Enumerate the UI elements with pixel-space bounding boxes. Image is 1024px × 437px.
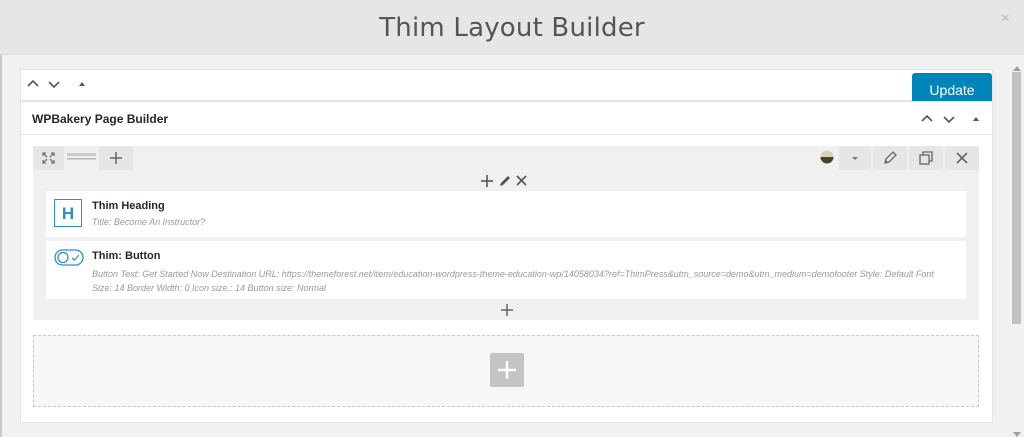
pencil-icon[interactable] bbox=[497, 172, 513, 190]
scrollbar-thumb[interactable] bbox=[1012, 72, 1021, 324]
modal-header: Thim Layout Builder × bbox=[0, 0, 1024, 55]
scroll-down-icon[interactable] bbox=[1012, 426, 1022, 437]
element-description: Button Text: Get Started Now Destination… bbox=[92, 269, 934, 293]
element-title: Thim Heading bbox=[92, 200, 165, 212]
add-row-icon[interactable] bbox=[490, 353, 524, 387]
move-up-icon[interactable] bbox=[920, 112, 934, 126]
row-toolbar bbox=[33, 146, 979, 170]
panel-title: WPBakery Page Builder bbox=[32, 112, 169, 126]
element-thim-heading[interactable]: H Thim Heading Title: Become An Instruct… bbox=[46, 191, 966, 237]
add-icon[interactable] bbox=[479, 172, 495, 190]
row-layout-icon[interactable] bbox=[64, 146, 99, 170]
builder-row: H Thim Heading Title: Become An Instruct… bbox=[33, 146, 979, 320]
panel-header: WPBakery Page Builder bbox=[21, 102, 992, 135]
editor-top-bar bbox=[20, 69, 993, 101]
move-down-icon[interactable] bbox=[47, 77, 61, 91]
svg-text:H: H bbox=[62, 204, 74, 223]
clone-icon[interactable] bbox=[909, 146, 943, 170]
element-description: Title: Become An Instructor? bbox=[92, 217, 206, 227]
element-thim-button[interactable]: Thim: Button Button Text: Get Started No… bbox=[46, 241, 966, 299]
close-icon[interactable] bbox=[514, 172, 530, 190]
collapse-triangle-icon[interactable] bbox=[969, 112, 983, 126]
add-column-icon[interactable] bbox=[99, 146, 133, 170]
scroll-up-icon[interactable] bbox=[1012, 59, 1022, 71]
color-swatch-icon[interactable] bbox=[809, 146, 837, 170]
move-up-icon[interactable] bbox=[26, 77, 40, 91]
add-element-icon[interactable] bbox=[499, 302, 515, 318]
move-down-icon[interactable] bbox=[942, 112, 956, 126]
edit-pencil-icon[interactable] bbox=[873, 146, 907, 170]
collapse-triangle-icon[interactable] bbox=[75, 77, 89, 91]
dropdown-caret-icon[interactable] bbox=[839, 146, 871, 170]
row-move-icon[interactable] bbox=[33, 146, 64, 170]
column-controls bbox=[479, 172, 531, 190]
left-edge bbox=[0, 55, 2, 437]
delete-icon[interactable] bbox=[945, 146, 979, 170]
close-icon[interactable]: × bbox=[1001, 10, 1010, 28]
element-title: Thim: Button bbox=[92, 250, 161, 262]
toggle-button-icon bbox=[54, 249, 84, 272]
add-row-area bbox=[33, 335, 979, 407]
heading-h-icon: H bbox=[54, 199, 82, 232]
layout-builder-modal: Thim Layout Builder × Update WPBakery Pa… bbox=[0, 0, 1024, 437]
modal-title: Thim Layout Builder bbox=[379, 13, 645, 43]
